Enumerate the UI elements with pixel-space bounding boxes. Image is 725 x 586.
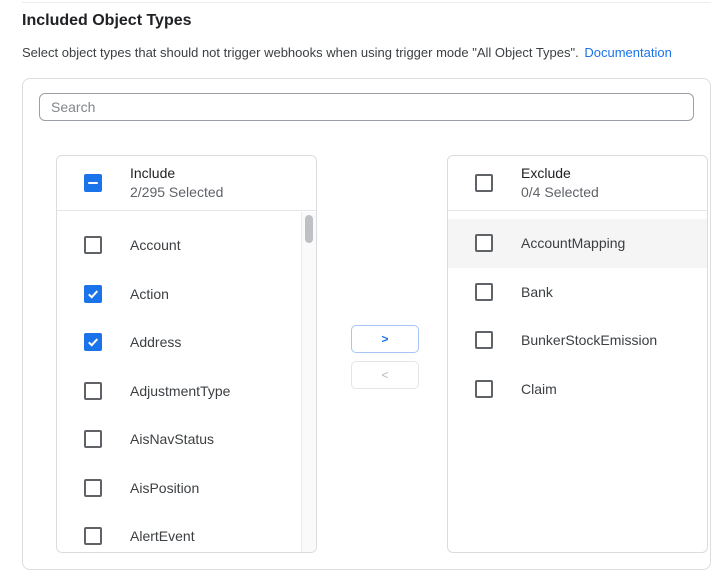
include-selected-count: 2/295 Selected (130, 183, 223, 202)
include-list-items: Account Action Address AdjustmentType AisNav… (57, 211, 316, 553)
indeterminate-minus-icon (88, 182, 98, 184)
check-icon (86, 335, 100, 349)
unchecked-checkbox[interactable] (475, 380, 493, 398)
include-select-all-checkbox[interactable] (84, 174, 102, 192)
unchecked-checkbox[interactable] (475, 283, 493, 301)
exclude-item-BunkerStockEmission[interactable]: BunkerStockEmission (448, 316, 707, 365)
check-icon (86, 287, 100, 301)
exclude-item-Bank[interactable]: Bank (448, 268, 707, 317)
item-label: Account (130, 237, 181, 253)
exclude-header-text: Exclude 0/4 Selected (521, 164, 599, 202)
item-label: AdjustmentType (130, 383, 230, 399)
item-label: Address (130, 334, 181, 350)
exclude-item-AccountMapping[interactable]: AccountMapping (448, 219, 707, 268)
include-header-text: Include 2/295 Selected (130, 164, 223, 202)
unchecked-checkbox[interactable] (84, 479, 102, 497)
include-item-AisNavStatus[interactable]: AisNavStatus (57, 415, 316, 464)
include-item-Account[interactable]: Account (57, 221, 316, 270)
move-to-exclude-button[interactable]: > (351, 325, 419, 353)
include-item-AisPosition[interactable]: AisPosition (57, 464, 316, 513)
include-item-AlertEvent[interactable]: AlertEvent (57, 512, 316, 553)
transfer-buttons: > < (351, 325, 419, 389)
move-to-include-button[interactable]: < (351, 361, 419, 389)
item-label: AlertEvent (130, 528, 195, 544)
checked-checkbox[interactable] (84, 285, 102, 303)
item-label: BunkerStockEmission (521, 332, 657, 348)
include-item-AdjustmentType[interactable]: AdjustmentType (57, 367, 316, 416)
exclude-select-all-checkbox[interactable] (475, 174, 493, 192)
include-item-Address[interactable]: Address (57, 318, 316, 367)
exclude-list-title: Exclude (521, 164, 599, 183)
item-label: AisNavStatus (130, 431, 214, 447)
exclude-item-Claim[interactable]: Claim (448, 365, 707, 414)
item-label: AisPosition (130, 480, 199, 496)
scrollbar-thumb[interactable] (305, 215, 313, 243)
include-item-Action[interactable]: Action (57, 270, 316, 319)
unchecked-checkbox[interactable] (475, 234, 493, 252)
unchecked-checkbox[interactable] (84, 236, 102, 254)
page-description: Select object types that should not trig… (22, 45, 672, 60)
exclude-list-card: Exclude 0/4 Selected AccountMapping Bank B… (447, 155, 708, 553)
unchecked-checkbox[interactable] (84, 527, 102, 545)
unchecked-checkbox[interactable] (84, 382, 102, 400)
include-list-header: Include 2/295 Selected (57, 156, 316, 211)
item-label: Action (130, 286, 169, 302)
item-label: AccountMapping (521, 235, 625, 251)
documentation-link[interactable]: Documentation (584, 45, 671, 60)
exclude-list-items: AccountMapping Bank BunkerStockEmission Cla… (448, 211, 707, 413)
description-text: Select object types that should not trig… (22, 45, 579, 60)
include-list-scrollbar[interactable] (301, 212, 316, 552)
include-list-card: Include 2/295 Selected Account Action Addr… (56, 155, 317, 553)
included-object-types-section: Included Object Types Select object type… (0, 0, 725, 586)
item-label: Claim (521, 381, 557, 397)
page-title: Included Object Types (22, 12, 192, 30)
unchecked-checkbox[interactable] (84, 430, 102, 448)
section-top-divider (22, 2, 711, 3)
object-types-picker-panel: Include 2/295 Selected Account Action Addr… (22, 78, 711, 570)
exclude-selected-count: 0/4 Selected (521, 183, 599, 202)
search-input[interactable] (39, 93, 694, 121)
include-list-title: Include (130, 164, 223, 183)
unchecked-checkbox[interactable] (475, 331, 493, 349)
checked-checkbox[interactable] (84, 333, 102, 351)
item-label: Bank (521, 284, 553, 300)
exclude-list-header: Exclude 0/4 Selected (448, 156, 707, 211)
